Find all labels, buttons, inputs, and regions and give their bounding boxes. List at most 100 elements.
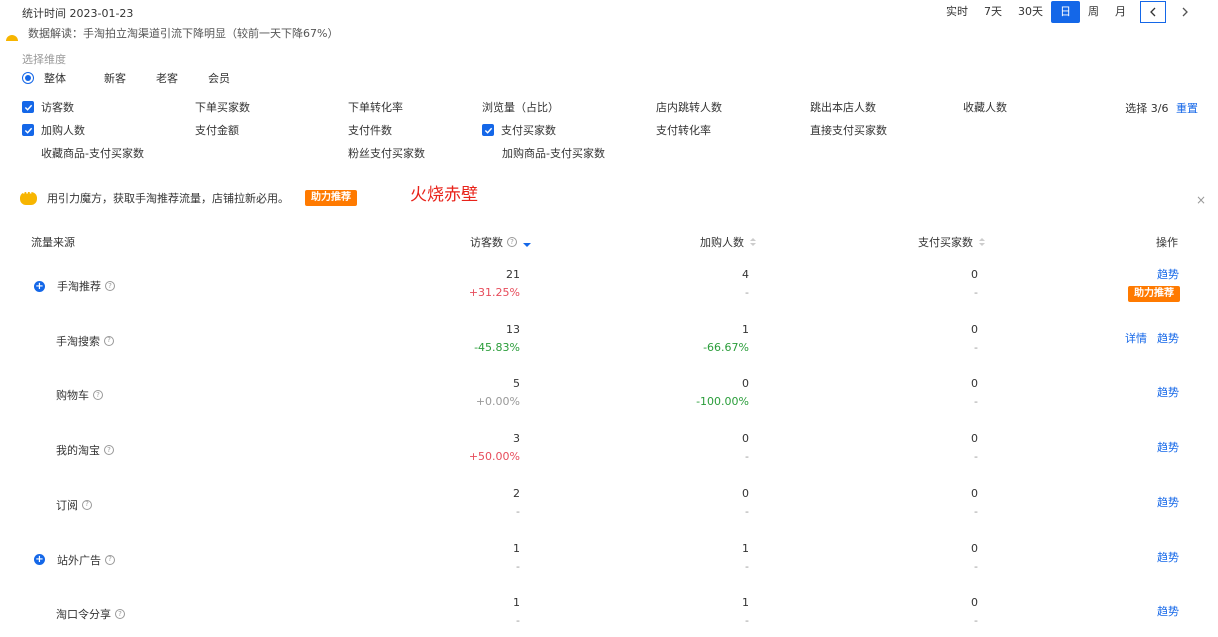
promo-text: 用引力魔方，获取手淘推荐流量，店铺拉新必用。	[47, 192, 289, 205]
cart-cell: 0-	[742, 430, 749, 466]
metric-option[interactable]: 收藏人数	[963, 100, 1007, 114]
th-visitors[interactable]: 访客数 ?	[470, 234, 531, 250]
metric-option[interactable]: 直接支付买家数	[810, 123, 887, 137]
buyers-cell: 0-	[971, 540, 978, 576]
trend-link[interactable]: 趋势	[1157, 332, 1179, 345]
metric-option[interactable]: 支付金额	[195, 123, 239, 137]
chevron-right-icon[interactable]	[1172, 1, 1198, 23]
ops-cell: 趋势	[1147, 439, 1179, 457]
dimension-old-label: 老客	[156, 72, 178, 85]
cart-value: 0	[742, 377, 749, 391]
dimension-all[interactable]: 整体	[22, 70, 66, 86]
visitors-delta: -	[516, 614, 520, 628]
metric-label: 支付金额	[195, 124, 239, 137]
visitors-value: 1	[513, 541, 520, 555]
metric-label: 访客数	[41, 101, 74, 114]
range-month[interactable]: 月	[1107, 1, 1134, 23]
sort-icon[interactable]	[979, 238, 985, 246]
metric-option[interactable]: 下单转化率	[348, 100, 403, 114]
trend-link[interactable]: 趋势	[1157, 551, 1179, 564]
metric-label: 支付转化率	[656, 124, 711, 137]
metric-option[interactable]: 粉丝支付买家数	[348, 146, 425, 160]
close-icon[interactable]: ×	[1196, 193, 1206, 207]
visitors-delta: -	[516, 504, 520, 518]
th-buyers[interactable]: 支付买家数	[918, 234, 985, 250]
source-cell: 购物车?	[56, 387, 103, 403]
metric-option[interactable]: 支付转化率	[656, 123, 711, 137]
visitors-cell: 21 +31.25%	[469, 266, 520, 302]
help-icon[interactable]: ?	[105, 554, 115, 565]
source-name: 手淘搜索	[56, 334, 100, 348]
range-day[interactable]: 日	[1051, 1, 1080, 23]
reset-link[interactable]: 重置	[1176, 102, 1198, 115]
help-icon[interactable]: ?	[93, 390, 103, 401]
metric-option[interactable]: 店内跳转人数	[656, 100, 722, 114]
checkbox-checked-icon[interactable]	[22, 101, 34, 113]
help-icon[interactable]: ?	[115, 609, 125, 620]
dimension-new[interactable]: 新客	[104, 70, 126, 86]
metric-option[interactable]: 收藏商品-支付买家数	[41, 146, 144, 160]
visitors-delta: +31.25%	[468, 286, 520, 299]
metric-option[interactable]: 访客数	[22, 100, 74, 114]
buyers-value: 0	[971, 541, 978, 555]
source-name: 淘口令分享	[56, 608, 111, 622]
detail-link[interactable]: 详情	[1125, 332, 1147, 345]
select-count: 选择 3/6 重置	[1125, 100, 1198, 116]
checkbox-checked-icon[interactable]	[22, 124, 34, 136]
metric-option[interactable]: 跳出本店人数	[810, 100, 876, 114]
sort-desc-icon[interactable]	[523, 238, 531, 247]
top-bar: 统计时间 2023-01-23 实时 7天 30天 日 周 月	[0, 0, 1218, 24]
dimension-old[interactable]: 老客	[156, 70, 178, 86]
trend-link[interactable]: 趋势	[1157, 496, 1179, 509]
source-name: 手淘推荐	[57, 280, 101, 293]
th-cart[interactable]: 加购人数	[700, 234, 756, 250]
help-icon[interactable]: ?	[104, 335, 114, 346]
metric-option[interactable]: 加购商品-支付买家数	[502, 146, 605, 160]
metric-label: 收藏商品-支付买家数	[41, 147, 144, 160]
buyers-delta: -	[974, 450, 978, 464]
help-icon[interactable]: ?	[82, 499, 92, 510]
th-visitors-label: 访客数	[470, 236, 503, 249]
trend-link[interactable]: 趋势	[1157, 605, 1179, 618]
promo-boost-button[interactable]: 助力推荐	[305, 190, 357, 206]
date-range-selector: 实时 7天 30天 日 周 月	[938, 1, 1198, 23]
help-icon[interactable]: ?	[104, 445, 114, 456]
table-row: 订阅? 2-0-0- 趋势	[0, 485, 1218, 539]
range-30d[interactable]: 30天	[1010, 1, 1051, 23]
visitors-cell: 2-	[513, 485, 520, 521]
visitors-delta: +50.00%	[468, 450, 520, 464]
cart-delta: -	[745, 286, 749, 299]
expand-plus-icon[interactable]: +	[34, 280, 45, 292]
metric-option[interactable]: 支付买家数	[482, 123, 556, 137]
ops-cell: 趋势助力推荐	[1128, 266, 1180, 302]
th-ops-label: 操作	[1156, 236, 1178, 249]
metric-option[interactable]: 支付件数	[348, 123, 392, 137]
sort-icon[interactable]	[750, 238, 756, 246]
metric-label: 直接支付买家数	[810, 124, 887, 137]
th-source: 流量来源	[31, 234, 75, 250]
expand-plus-icon[interactable]: +	[34, 554, 45, 565]
radio-selected-icon[interactable]	[22, 72, 34, 84]
chevron-left-icon[interactable]	[1140, 1, 1166, 23]
range-realtime[interactable]: 实时	[938, 1, 976, 23]
range-7d[interactable]: 7天	[976, 1, 1010, 23]
checkbox-checked-icon[interactable]	[482, 124, 494, 136]
metric-option[interactable]: 加购人数	[22, 123, 85, 137]
visitors-cell: 1-	[513, 594, 520, 630]
trend-link[interactable]: 趋势	[1157, 268, 1179, 281]
metric-option[interactable]: 浏览量（占比）	[482, 100, 559, 114]
metric-option[interactable]: 下单买家数	[195, 100, 250, 114]
dimension-member[interactable]: 会员	[208, 70, 230, 86]
table-row: 淘口令分享? 1-1-0- 趋势	[0, 594, 1218, 637]
stat-time: 统计时间 2023-01-23	[22, 7, 134, 20]
boost-button[interactable]: 助力推荐	[1128, 286, 1180, 302]
buyers-value: 0	[971, 596, 978, 610]
help-icon[interactable]: ?	[507, 237, 517, 247]
help-icon[interactable]: ?	[105, 281, 115, 291]
trend-link[interactable]: 趋势	[1157, 441, 1179, 454]
visitors-value: 5	[513, 377, 520, 391]
trend-link[interactable]: 趋势	[1157, 386, 1179, 399]
cart-delta: -	[745, 504, 749, 518]
buyers-delta: -	[974, 559, 978, 573]
range-week[interactable]: 周	[1080, 1, 1107, 23]
